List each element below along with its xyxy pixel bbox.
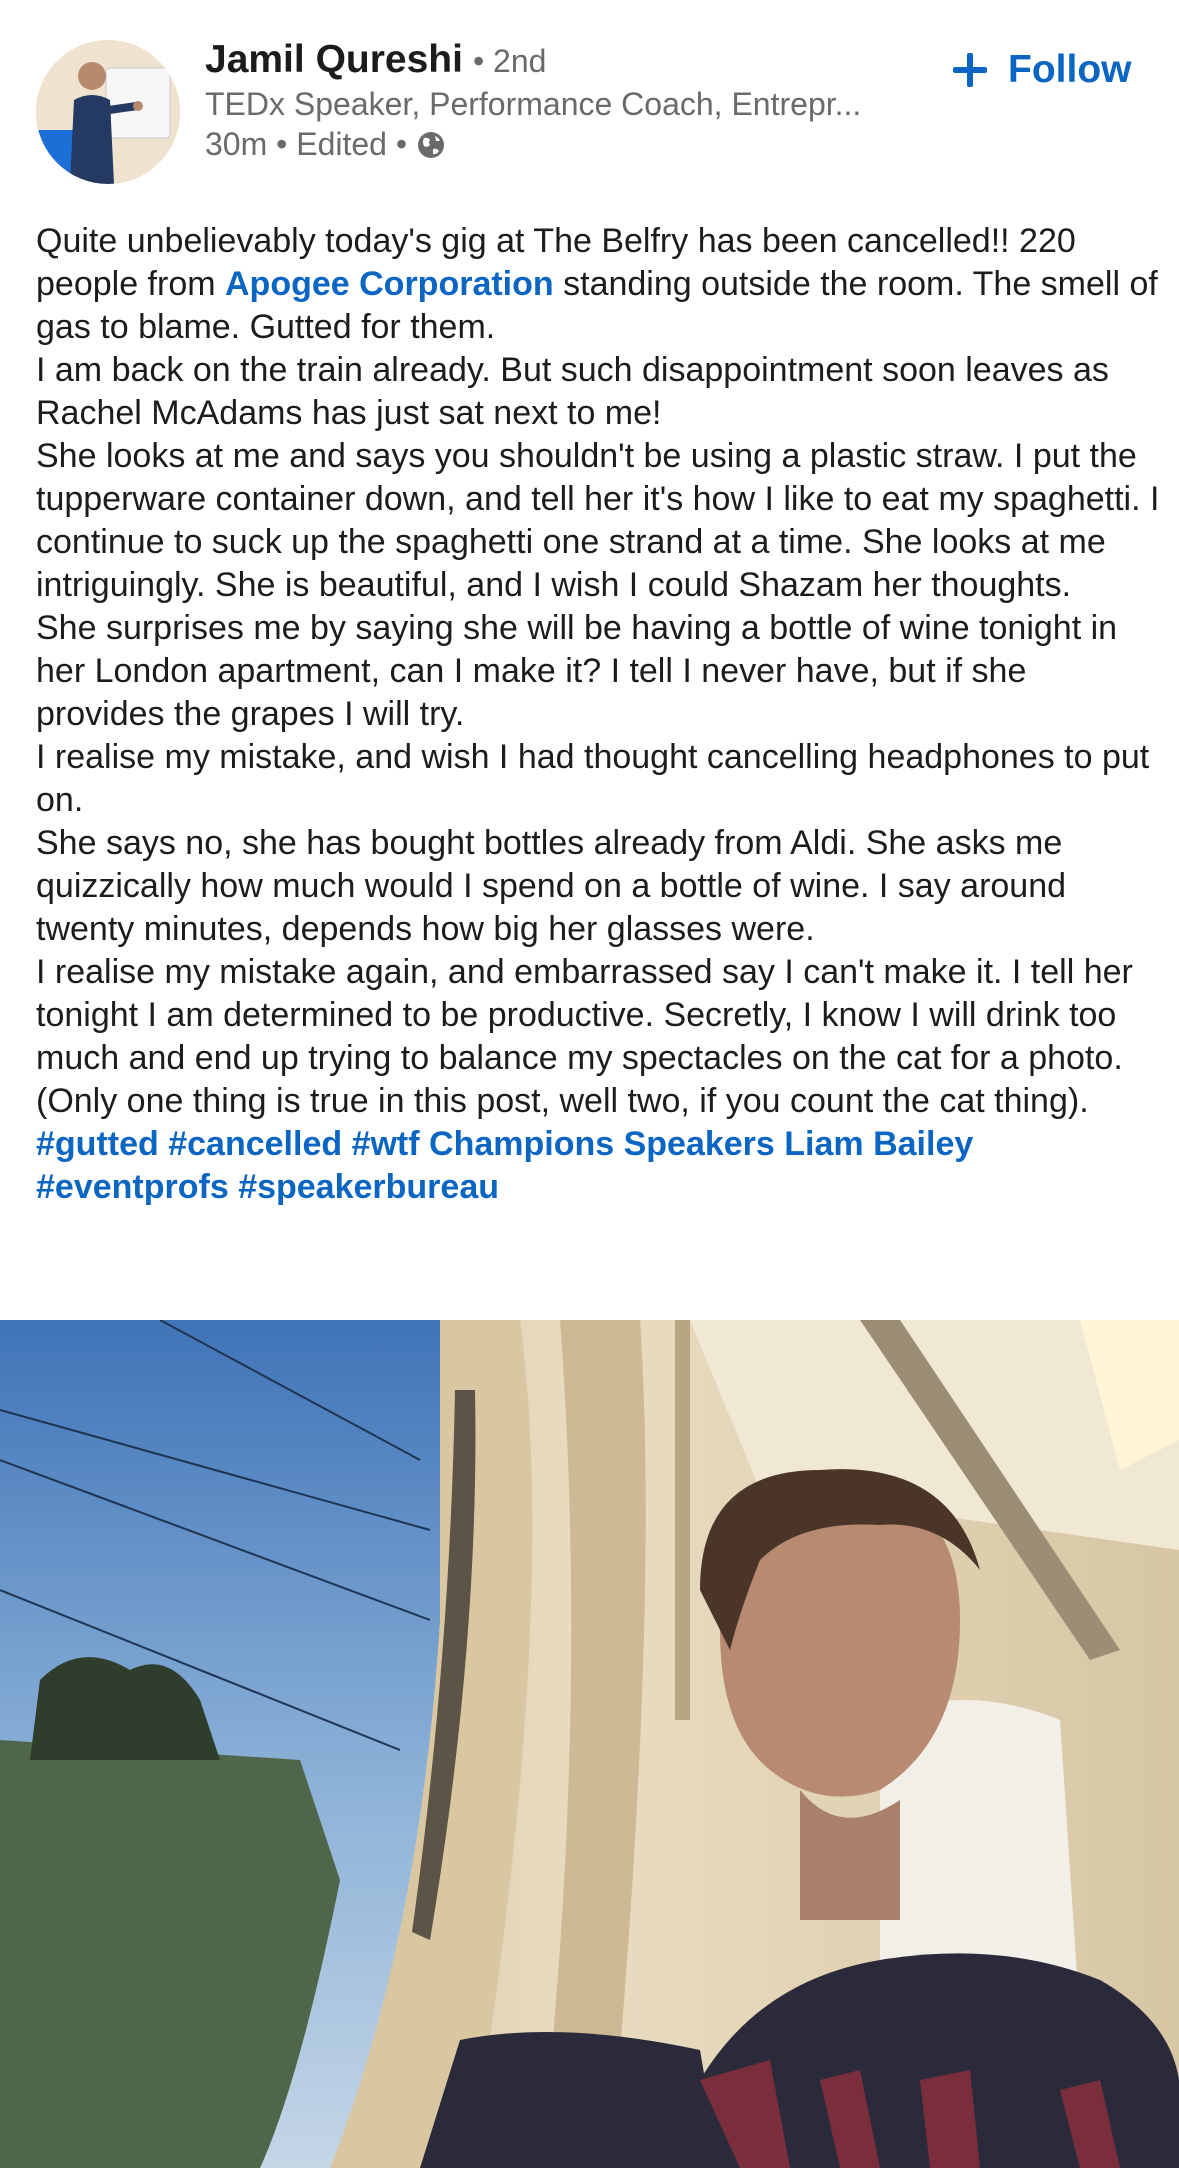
connection-degree: • 2nd bbox=[472, 43, 547, 79]
globe-icon bbox=[418, 131, 445, 158]
post-paragraph: I realise my mistake again, and embarras… bbox=[36, 953, 1133, 1206]
follow-button[interactable]: Follow bbox=[950, 42, 1131, 98]
post-paragraph: Quite unbelievably today's gig at The Be… bbox=[36, 222, 1158, 346]
hashtag-cancelled[interactable]: #cancelled bbox=[168, 1125, 342, 1163]
author-headline: TEDx Speaker, Performance Coach, Entrepr… bbox=[205, 86, 862, 122]
post-paragraph: I am back on the train already. But such… bbox=[36, 351, 1109, 432]
post-paragraph: She surprises me by saying she will be h… bbox=[36, 609, 1118, 733]
profile-photo-icon bbox=[36, 40, 180, 184]
post-paragraph: She says no, she has bought bottles alre… bbox=[36, 824, 1067, 948]
author-avatar[interactable] bbox=[36, 40, 180, 184]
hashtag-gutted[interactable]: #gutted bbox=[36, 1125, 159, 1163]
post-paragraph: She looks at me and says you shouldn't b… bbox=[36, 437, 1160, 604]
hashtag-speakerbureau[interactable]: #speakerbureau bbox=[238, 1168, 499, 1206]
post-timestamp: 30m • Edited • bbox=[205, 126, 408, 162]
hashtag-eventprofs[interactable]: #eventprofs bbox=[36, 1168, 229, 1206]
author-name[interactable]: Jamil Qureshi bbox=[205, 38, 463, 82]
author-name-line: Jamil Qureshi • 2nd bbox=[205, 38, 546, 88]
post-image[interactable] bbox=[0, 1320, 1179, 2168]
mention-apogee-corporation[interactable]: Apogee Corporation bbox=[225, 265, 554, 303]
post-paragraph: I realise my mistake, and wish I had tho… bbox=[36, 738, 1150, 819]
follow-label: Follow bbox=[1008, 48, 1132, 91]
mention-champions-speakers[interactable]: Champions Speakers bbox=[429, 1125, 775, 1163]
plus-icon bbox=[953, 53, 987, 87]
post-body: Quite unbelievably today's gig at The Be… bbox=[36, 220, 1161, 1209]
mention-liam-bailey[interactable]: Liam Bailey bbox=[784, 1125, 973, 1163]
hashtag-wtf[interactable]: #wtf bbox=[352, 1125, 420, 1163]
train-selfie-photo-icon bbox=[0, 1320, 1179, 2168]
post-meta: 30m • Edited • bbox=[205, 126, 447, 163]
post-header: Jamil Qureshi • 2nd TEDx Speaker, Perfor… bbox=[0, 0, 1179, 190]
